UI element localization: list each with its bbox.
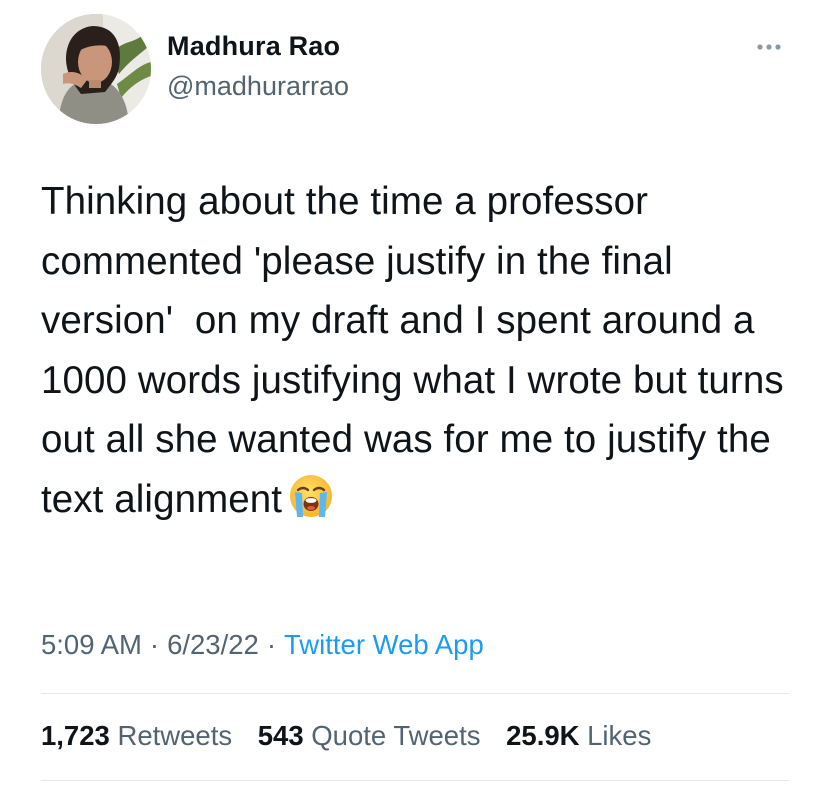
quote-tweets-label: Quote Tweets xyxy=(311,720,481,751)
tweet-body: Thinking about the time a professor comm… xyxy=(41,180,795,521)
likes-stat[interactable]: 25.9K Likes xyxy=(506,720,651,751)
more-options-button[interactable] xyxy=(752,38,786,56)
tweet-time[interactable]: 5:09 AM xyxy=(41,629,142,660)
tweet-stats: 1,723 Retweets 543 Quote Tweets 25.9K Li… xyxy=(41,720,669,752)
display-name[interactable]: Madhura Rao xyxy=(167,31,340,62)
loudly-crying-face-icon xyxy=(288,473,334,519)
retweets-stat[interactable]: 1,723 Retweets xyxy=(41,720,232,751)
more-horizontal-icon xyxy=(757,44,781,50)
likes-count: 25.9K xyxy=(506,720,580,751)
likes-label: Likes xyxy=(587,720,652,751)
retweets-count: 1,723 xyxy=(41,720,110,751)
separator-dot: · xyxy=(266,629,277,660)
user-handle[interactable]: @madhurarrao xyxy=(167,71,349,102)
avatar-photo-icon xyxy=(41,14,151,124)
avatar[interactable] xyxy=(41,14,151,124)
tweet-text: Thinking about the time a professor comm… xyxy=(41,172,801,529)
tweet-metadata: 5:09 AM · 6/23/22 · Twitter Web App xyxy=(41,629,484,661)
quote-tweets-stat[interactable]: 543 Quote Tweets xyxy=(258,720,481,751)
retweets-label: Retweets xyxy=(117,720,233,751)
divider xyxy=(41,693,789,694)
quote-tweets-count: 543 xyxy=(257,720,304,751)
tweet-card: Madhura Rao @madhurarrao Thinking about … xyxy=(0,0,828,794)
tweet-date[interactable]: 6/23/22 xyxy=(167,629,259,660)
divider xyxy=(41,780,789,781)
tweet-source-link[interactable]: Twitter Web App xyxy=(284,629,484,660)
separator-dot: · xyxy=(149,629,160,660)
